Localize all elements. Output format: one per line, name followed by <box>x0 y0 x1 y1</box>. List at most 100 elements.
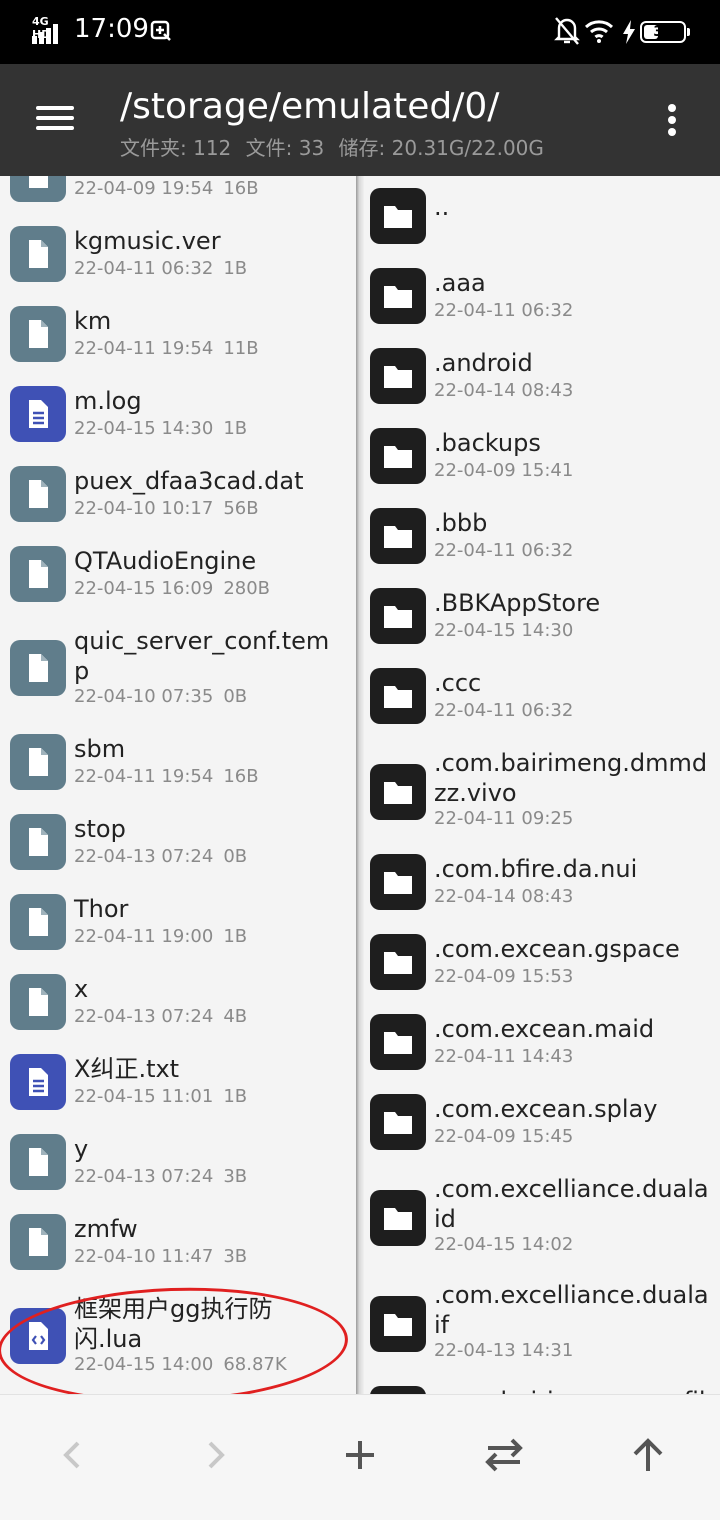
folder-icon <box>370 1014 426 1070</box>
file-name: 框架用户gg执行防 闪.lua <box>74 1295 273 1353</box>
folder-name: .com.bairimeng.dmmd zz.vivo <box>434 749 708 807</box>
folder-icon <box>370 1296 426 1352</box>
swap-icon <box>485 1438 523 1472</box>
menu-icon[interactable] <box>36 102 76 134</box>
folder-row[interactable]: .ccc 22-04-11 06:32 <box>364 658 720 738</box>
parent-folder-row[interactable]: .. <box>364 178 720 258</box>
file-row[interactable]: kgmusic.ver 22-04-11 06:32 1B <box>0 214 356 294</box>
folder-row[interactable]: .com.excelliance.duala id 22-04-15 14:02 <box>364 1164 720 1270</box>
storage-usage: 储存: 20.31G/22.00G <box>338 136 544 160</box>
file-meta: 22-04-11 19:54 16B <box>74 766 259 787</box>
swap-panes-button[interactable] <box>464 1415 544 1495</box>
folder-date: 22-04-11 14:43 <box>434 1046 574 1067</box>
file-date: 22-04-15 14:30 <box>74 418 214 439</box>
current-path: /storage/emulated/0/ <box>120 86 500 127</box>
folder-icon <box>370 668 426 724</box>
file-name: x <box>74 975 89 1003</box>
app-bar: /storage/emulated/0/ 文件夹: 112 文件: 33 储存:… <box>0 64 720 176</box>
file-count: 文件: 33 <box>245 136 325 160</box>
folder-row[interactable]: .aaa 22-04-11 06:32 <box>364 258 720 338</box>
file-name: stop <box>74 815 126 843</box>
file-name: Thor <box>74 895 129 923</box>
file-row[interactable]: y 22-04-13 07:24 3B <box>0 1122 356 1202</box>
more-options-icon[interactable] <box>660 102 684 138</box>
folder-date: 22-04-09 15:45 <box>434 1126 574 1147</box>
folder-name: .com.bfire.da.nui <box>434 855 638 883</box>
folder-date: 22-04-15 14:02 <box>434 1234 574 1255</box>
file-size: 68.87K <box>223 1354 287 1375</box>
file-name: X纠正.txt <box>74 1055 180 1083</box>
folder-row[interactable]: .BBKAppStore 22-04-15 14:30 <box>364 578 720 658</box>
up-directory-button[interactable] <box>608 1415 688 1495</box>
file-date: 22-04-15 11:01 <box>74 1086 214 1107</box>
right-folder-list: .. .aaa 22-04-11 06:32 .android 22-04-14 08:… <box>364 178 720 1394</box>
file-row[interactable]: jqm22-04-09 19:5416B <box>0 176 356 214</box>
file-meta: 22-04-15 16:09 280B <box>74 578 270 599</box>
folder-count: 文件夹: 112 <box>120 136 232 160</box>
folder-icon <box>370 854 426 910</box>
file-icon <box>10 974 66 1030</box>
file-row[interactable]: puex_dfaa3cad.dat 22-04-10 10:17 56B <box>0 454 356 534</box>
add-icon <box>346 1441 374 1469</box>
folder-row[interactable]: .com.excean.maid 22-04-11 14:43 <box>364 1004 720 1084</box>
file-row[interactable]: stop 22-04-13 07:24 0B <box>0 802 356 882</box>
file-size: 1B <box>223 258 248 279</box>
file-row[interactable]: 框架用户gg执行防 闪.lua 22-04-15 14:00 68.87K <box>0 1282 356 1390</box>
file-date: 22-04-10 10:17 <box>74 498 214 519</box>
file-name: sbm <box>74 735 126 763</box>
file-date: 22-04-15 14:00 <box>74 1354 214 1375</box>
forward-button[interactable] <box>176 1415 256 1495</box>
file-row[interactable]: km 22-04-11 19:54 11B <box>0 294 356 374</box>
folder-name: .com.excelliance.duala id <box>434 1175 709 1233</box>
file-size: 16B <box>223 178 259 199</box>
file-meta: 22-04-10 07:35 0B <box>74 686 247 707</box>
folder-row[interactable]: .backups 22-04-09 15:41 <box>364 418 720 498</box>
file-date: 22-04-15 16:09 <box>74 578 214 599</box>
file-row[interactable]: x 22-04-13 07:24 4B <box>0 962 356 1042</box>
forward-arrow-icon <box>208 1441 225 1469</box>
screenshot-icon <box>150 20 172 46</box>
mute-bell-icon <box>554 16 580 50</box>
file-row[interactable]: zmfw 22-04-10 11:47 3B <box>0 1202 356 1282</box>
folder-row[interactable]: .com.excean.gspace 22-04-09 15:53 <box>364 924 720 1004</box>
file-name: km <box>74 307 112 335</box>
back-button[interactable] <box>32 1415 112 1495</box>
folder-date: 22-04-11 06:32 <box>434 300 574 321</box>
folder-name: .android <box>434 349 533 377</box>
folder-row[interactable]: .com.bairimeng.dmmd zz.vivo 22-04-11 09:25 <box>364 738 720 844</box>
file-meta: 22-04-15 11:01 1B <box>74 1086 247 1107</box>
folder-name: .backups <box>434 429 541 457</box>
file-meta: 22-04-11 19:00 1B <box>74 926 247 947</box>
file-meta: 22-04-11 19:54 11B <box>74 338 259 359</box>
left-pane: jqm22-04-09 19:5416Bkgmusic.ver22-04-11 … <box>0 176 356 1394</box>
folder-row[interactable]: .bbb 22-04-11 06:32 <box>364 498 720 578</box>
folder-row[interactable]: .com.excelliance.duala if 22-04-13 14:31 <box>364 1270 720 1376</box>
file-row[interactable]: Thor 22-04-11 19:00 1B <box>0 882 356 962</box>
file-size: 3B <box>223 1246 248 1267</box>
folder-date: 22-04-15 14:30 <box>434 620 574 641</box>
add-button[interactable] <box>320 1415 400 1495</box>
folder-row[interactable]: .com.excean.splay 22-04-09 15:45 <box>364 1084 720 1164</box>
folder-row[interactable]: .com.bairimeng.qqmfile <box>364 1376 720 1394</box>
file-size: 0B <box>223 846 248 867</box>
text-file-icon <box>10 386 66 442</box>
file-size: 16B <box>223 766 259 787</box>
file-icon <box>10 466 66 522</box>
file-name: puex_dfaa3cad.dat <box>74 467 304 495</box>
file-row[interactable]: QTAudioEngine 22-04-15 16:09 280B <box>0 534 356 614</box>
pane-divider[interactable] <box>356 176 364 1394</box>
file-row[interactable]: m.log 22-04-15 14:30 1B <box>0 374 356 454</box>
file-row[interactable]: quic_server_conf.tem p 22-04-10 07:35 0B <box>0 614 356 722</box>
file-size: 11B <box>223 338 259 359</box>
signal-icon: 4G HD <box>30 14 70 46</box>
folder-row[interactable]: .android 22-04-14 08:43 <box>364 338 720 418</box>
folder-row[interactable]: .com.bfire.da.nui 22-04-14 08:43 <box>364 844 720 924</box>
file-icon <box>10 1134 66 1190</box>
file-name: m.log <box>74 387 142 415</box>
file-date: 22-04-13 07:24 <box>74 846 214 867</box>
file-size: 56B <box>223 498 259 519</box>
file-row[interactable]: sbm 22-04-11 19:54 16B <box>0 722 356 802</box>
file-row[interactable]: X纠正.txt 22-04-15 11:01 1B <box>0 1042 356 1122</box>
code-file-icon <box>10 1308 66 1364</box>
folder-date: 22-04-13 14:31 <box>434 1340 574 1361</box>
